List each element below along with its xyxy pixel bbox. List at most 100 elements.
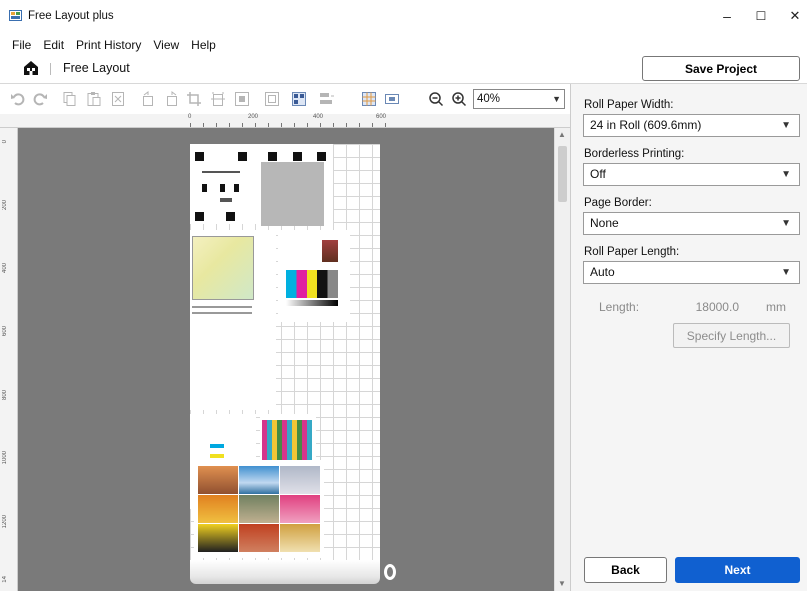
ruler-tick: 600: [376, 114, 387, 120]
delete-icon[interactable]: [110, 91, 126, 107]
registration-mark: [195, 212, 204, 221]
ruler-tick: 600: [2, 326, 8, 337]
registration-mark: [238, 152, 247, 161]
length-label: Length:: [599, 300, 640, 314]
photo-sheet[interactable]: [194, 460, 324, 558]
test-page-1[interactable]: [190, 144, 333, 226]
menu-bar: File Edit Print History View Help: [0, 36, 222, 54]
chevron-down-icon: ▼: [781, 120, 791, 131]
canvas-scrollbar[interactable]: ▲ ▼: [554, 128, 570, 591]
roll-core-icon: [384, 564, 396, 580]
window-title: Free Layout plus: [28, 10, 114, 22]
roll-length-label: Roll Paper Length:: [584, 246, 680, 258]
paste-icon[interactable]: [86, 91, 102, 107]
fullscreen-icon[interactable]: [264, 91, 280, 107]
crop-icon[interactable]: [186, 91, 202, 107]
title-bar: Free Layout plus – ☐ ✕: [0, 0, 807, 32]
ruler-top: 0 200 400 600: [0, 114, 570, 128]
registration-mark: [268, 152, 277, 161]
roll-paper: [190, 144, 380, 576]
scroll-thumb[interactable]: [558, 146, 567, 202]
photo-thumbnail: [322, 240, 338, 262]
ruler-tick: 14: [2, 576, 8, 583]
test-page-3[interactable]: [278, 230, 350, 322]
roll-width-select[interactable]: 24 in Roll (609.6mm) ▼: [583, 114, 800, 137]
back-button[interactable]: Back: [584, 557, 667, 583]
ruler-left: 0 200 400 600 800 1000 1200 14: [0, 128, 18, 591]
ruler-tick: 1200: [2, 515, 8, 529]
fit-icon[interactable]: [234, 91, 250, 107]
header-separator: [50, 63, 51, 75]
page-border-value: None: [590, 216, 619, 230]
minimize-button[interactable]: –: [712, 6, 742, 26]
scroll-down-icon[interactable]: ▼: [558, 579, 566, 588]
trim-icon[interactable]: [210, 91, 226, 107]
photo-thumbnail: [239, 466, 279, 494]
test-page-2[interactable]: [190, 230, 276, 410]
ruler-tick: 400: [313, 114, 324, 120]
menu-help[interactable]: Help: [185, 36, 222, 54]
grid-icon[interactable]: [361, 91, 377, 107]
length-unit: mm: [766, 300, 786, 314]
copy-icon[interactable]: [62, 91, 78, 107]
registration-mark: [220, 184, 225, 192]
chevron-down-icon: ▼: [781, 218, 791, 229]
maximize-button[interactable]: ☐: [746, 6, 776, 26]
rotate-right-icon[interactable]: [164, 91, 180, 107]
undo-icon[interactable]: [10, 91, 26, 107]
save-project-button[interactable]: Save Project: [642, 56, 800, 81]
registration-mark: [234, 184, 239, 192]
ruler-tick: 200: [2, 200, 8, 211]
photo-thumbnail: [239, 495, 279, 523]
align-icon[interactable]: [318, 91, 334, 107]
zoom-select[interactable]: 40% ▼: [473, 89, 565, 109]
rotate-left-icon[interactable]: [140, 91, 156, 107]
redo-icon[interactable]: [32, 91, 48, 107]
app-window: Free Layout plus – ☐ ✕ File Edit Print H…: [0, 0, 807, 591]
menu-print-history[interactable]: Print History: [70, 36, 147, 54]
gradient-strip: [202, 171, 240, 173]
ruler-tick: 0: [188, 114, 192, 120]
layout-canvas[interactable]: [18, 128, 554, 591]
next-button[interactable]: Next: [675, 557, 800, 583]
menu-file[interactable]: File: [0, 36, 37, 54]
auto-layout-icon[interactable]: [291, 91, 307, 107]
borderless-value: Off: [590, 167, 606, 181]
close-button[interactable]: ✕: [780, 6, 807, 26]
menu-edit[interactable]: Edit: [37, 36, 70, 54]
zoom-value: 40%: [477, 93, 501, 105]
app-logo-icon: [9, 9, 23, 22]
text-line: [192, 312, 252, 314]
home-icon[interactable]: [22, 59, 40, 77]
photo-thumbnail: [280, 524, 320, 552]
roll-length-select[interactable]: Auto ▼: [583, 261, 800, 284]
preview-icon[interactable]: [384, 91, 400, 107]
scroll-up-icon[interactable]: ▲: [558, 130, 566, 139]
ruler-tick: 200: [248, 114, 259, 120]
roll-width-value: 24 in Roll (609.6mm): [590, 118, 702, 132]
menu-view[interactable]: View: [147, 36, 185, 54]
page-border-label: Page Border:: [584, 197, 652, 209]
color-bars: [286, 270, 338, 298]
registration-mark: [195, 152, 204, 161]
chart-thumbnail: [192, 236, 254, 300]
zoom-out-icon[interactable]: [428, 91, 444, 107]
chevron-down-icon: ▼: [781, 267, 791, 278]
ruler-marks: [190, 123, 390, 127]
chevron-down-icon: ▼: [552, 94, 561, 104]
text-line: [192, 306, 252, 308]
borderless-select[interactable]: Off ▼: [583, 163, 800, 186]
photo-thumbnail: [198, 466, 238, 494]
ruler-tick: 0: [2, 140, 8, 144]
photo-thumbnail: [198, 524, 238, 552]
specify-length-button[interactable]: Specify Length...: [673, 323, 790, 348]
zoom-in-icon[interactable]: [451, 91, 467, 107]
gray-patch: [261, 162, 324, 226]
borderless-label: Borderless Printing:: [584, 148, 685, 160]
photo-thumbnail: [239, 524, 279, 552]
gray-ramp: [286, 300, 338, 306]
chevron-down-icon: ▼: [781, 169, 791, 180]
page-border-select[interactable]: None ▼: [583, 212, 800, 235]
photo-thumbnail: [280, 466, 320, 494]
registration-mark: [226, 212, 235, 221]
